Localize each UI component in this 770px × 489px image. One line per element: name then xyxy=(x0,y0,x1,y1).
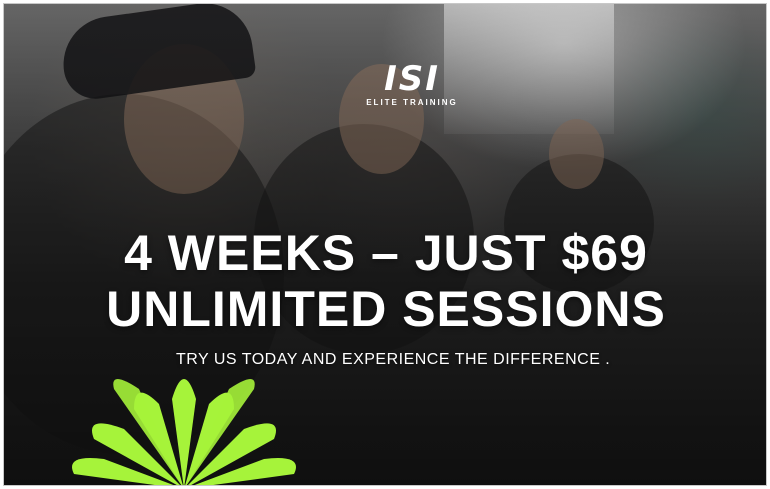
logo-subtitle: ELITE TRAINING xyxy=(366,98,458,107)
logo-mark: ISI xyxy=(384,59,440,99)
palm-leaves-icon xyxy=(72,379,296,485)
headline-price: 4 WEEKS – JUST $69 xyxy=(124,225,648,281)
promo-banner: ISI ELITE TRAINING 4 WEEKS – JUST $69 UN… xyxy=(3,3,767,486)
brand-logo: ISI ELITE TRAINING xyxy=(352,62,472,107)
headline-sessions: UNLIMITED SESSIONS xyxy=(106,281,666,337)
